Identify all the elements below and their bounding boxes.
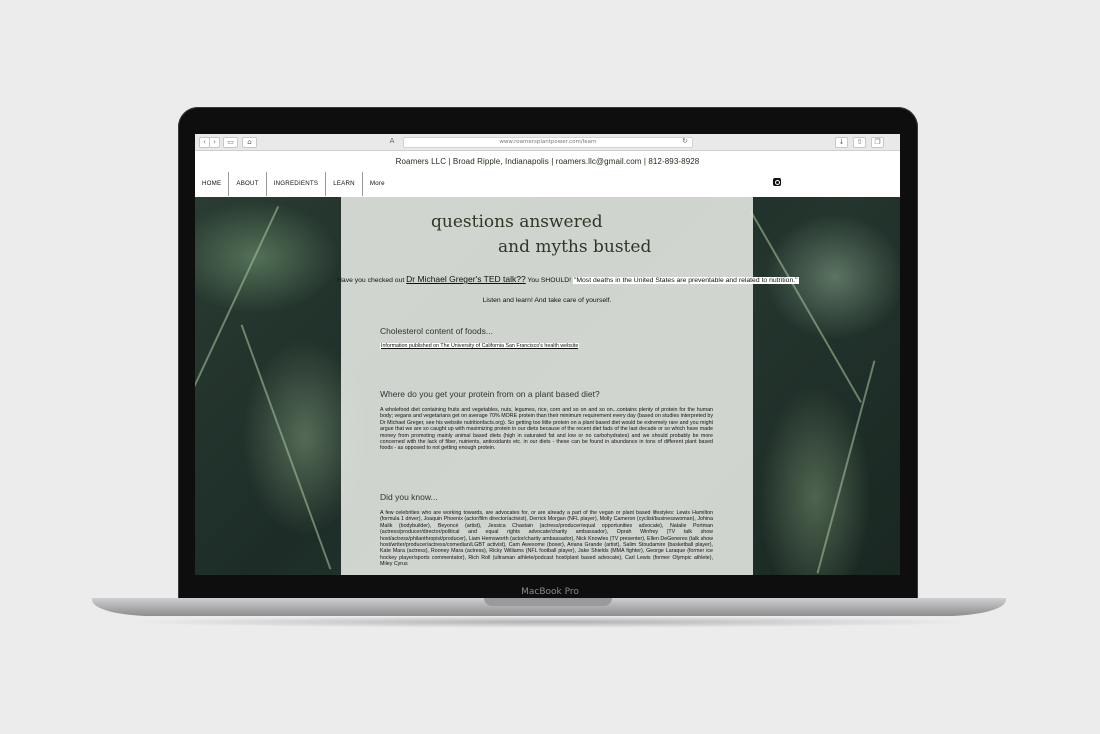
laptop-shadow	[120, 616, 980, 628]
page-title-line1: questions answered	[431, 212, 603, 232]
nav-ingredients[interactable]: INGREDIENTS	[267, 172, 327, 196]
ted-quote: "Most deaths in the United States are pr…	[572, 277, 799, 284]
protein-heading: Where do you get your protein from on a …	[380, 389, 600, 399]
ted-talk-link[interactable]: Dr Michael Greger's TED talk??	[406, 274, 526, 284]
nav-learn[interactable]: LEARN	[326, 172, 363, 196]
screen: ‹ › ▭ ⌂ A www.roamersplantpower.com/lear…	[195, 134, 900, 575]
download-icon[interactable]: ↓	[835, 137, 848, 148]
did-you-know-body: A few celebrities who are working toward…	[380, 510, 713, 568]
hero-background: questions answered and myths busted Have…	[195, 197, 900, 575]
cholesterol-link[interactable]: Information published on The University …	[380, 343, 580, 349]
chevron-right-icon[interactable]: ›	[209, 137, 220, 148]
fern-decoration	[195, 205, 280, 389]
cholesterol-heading: Cholesterol content of foods...	[380, 326, 493, 336]
tabs-icon[interactable]: ❐	[871, 137, 884, 148]
browser-toolbar: ‹ › ▭ ⌂ A www.roamersplantpower.com/lear…	[195, 134, 900, 151]
nav-home[interactable]: HOME	[195, 172, 230, 196]
fern-decoration	[240, 324, 332, 570]
listen-text: Listen and learn! And take care of yours…	[482, 297, 612, 304]
site-header: Roamers LLC | Broad Ripple, Indianapolis…	[195, 151, 900, 198]
sidebar-icon[interactable]: ▭	[223, 137, 238, 148]
ted-suffix: You SHOULD!	[527, 277, 572, 284]
share-icon[interactable]: ⇧	[853, 137, 866, 148]
reload-icon[interactable]: ↻	[681, 137, 689, 146]
page-title-line2: and myths busted	[498, 237, 652, 257]
reader-icon[interactable]: A	[386, 137, 398, 146]
nav-about[interactable]: ABOUT	[229, 172, 267, 196]
ted-intro: Have you checked out Dr Michael Greger's…	[337, 274, 799, 284]
ted-prefix: Have you checked out	[337, 277, 405, 284]
fern-decoration	[750, 211, 862, 403]
main-nav: HOME ABOUT INGREDIENTS LEARN More	[195, 172, 392, 196]
model-label: MacBook Pro	[521, 587, 579, 597]
laptop-notch	[484, 598, 612, 606]
home-icon[interactable]: ⌂	[242, 137, 257, 148]
fern-decoration	[816, 360, 876, 574]
protein-body: A wholefood diet containing fruits and v…	[380, 407, 713, 452]
content-panel: questions answered and myths busted Have…	[337, 197, 799, 575]
nav-more[interactable]: More	[363, 172, 392, 196]
contact-info: Roamers LLC | Broad Ripple, Indianapolis…	[395, 157, 700, 166]
instagram-icon[interactable]	[773, 178, 781, 186]
address-bar[interactable]: www.roamersplantpower.com/learn	[403, 137, 693, 148]
did-you-know-heading: Did you know...	[380, 492, 438, 502]
url-text: www.roamersplantpower.com/learn	[499, 139, 597, 145]
